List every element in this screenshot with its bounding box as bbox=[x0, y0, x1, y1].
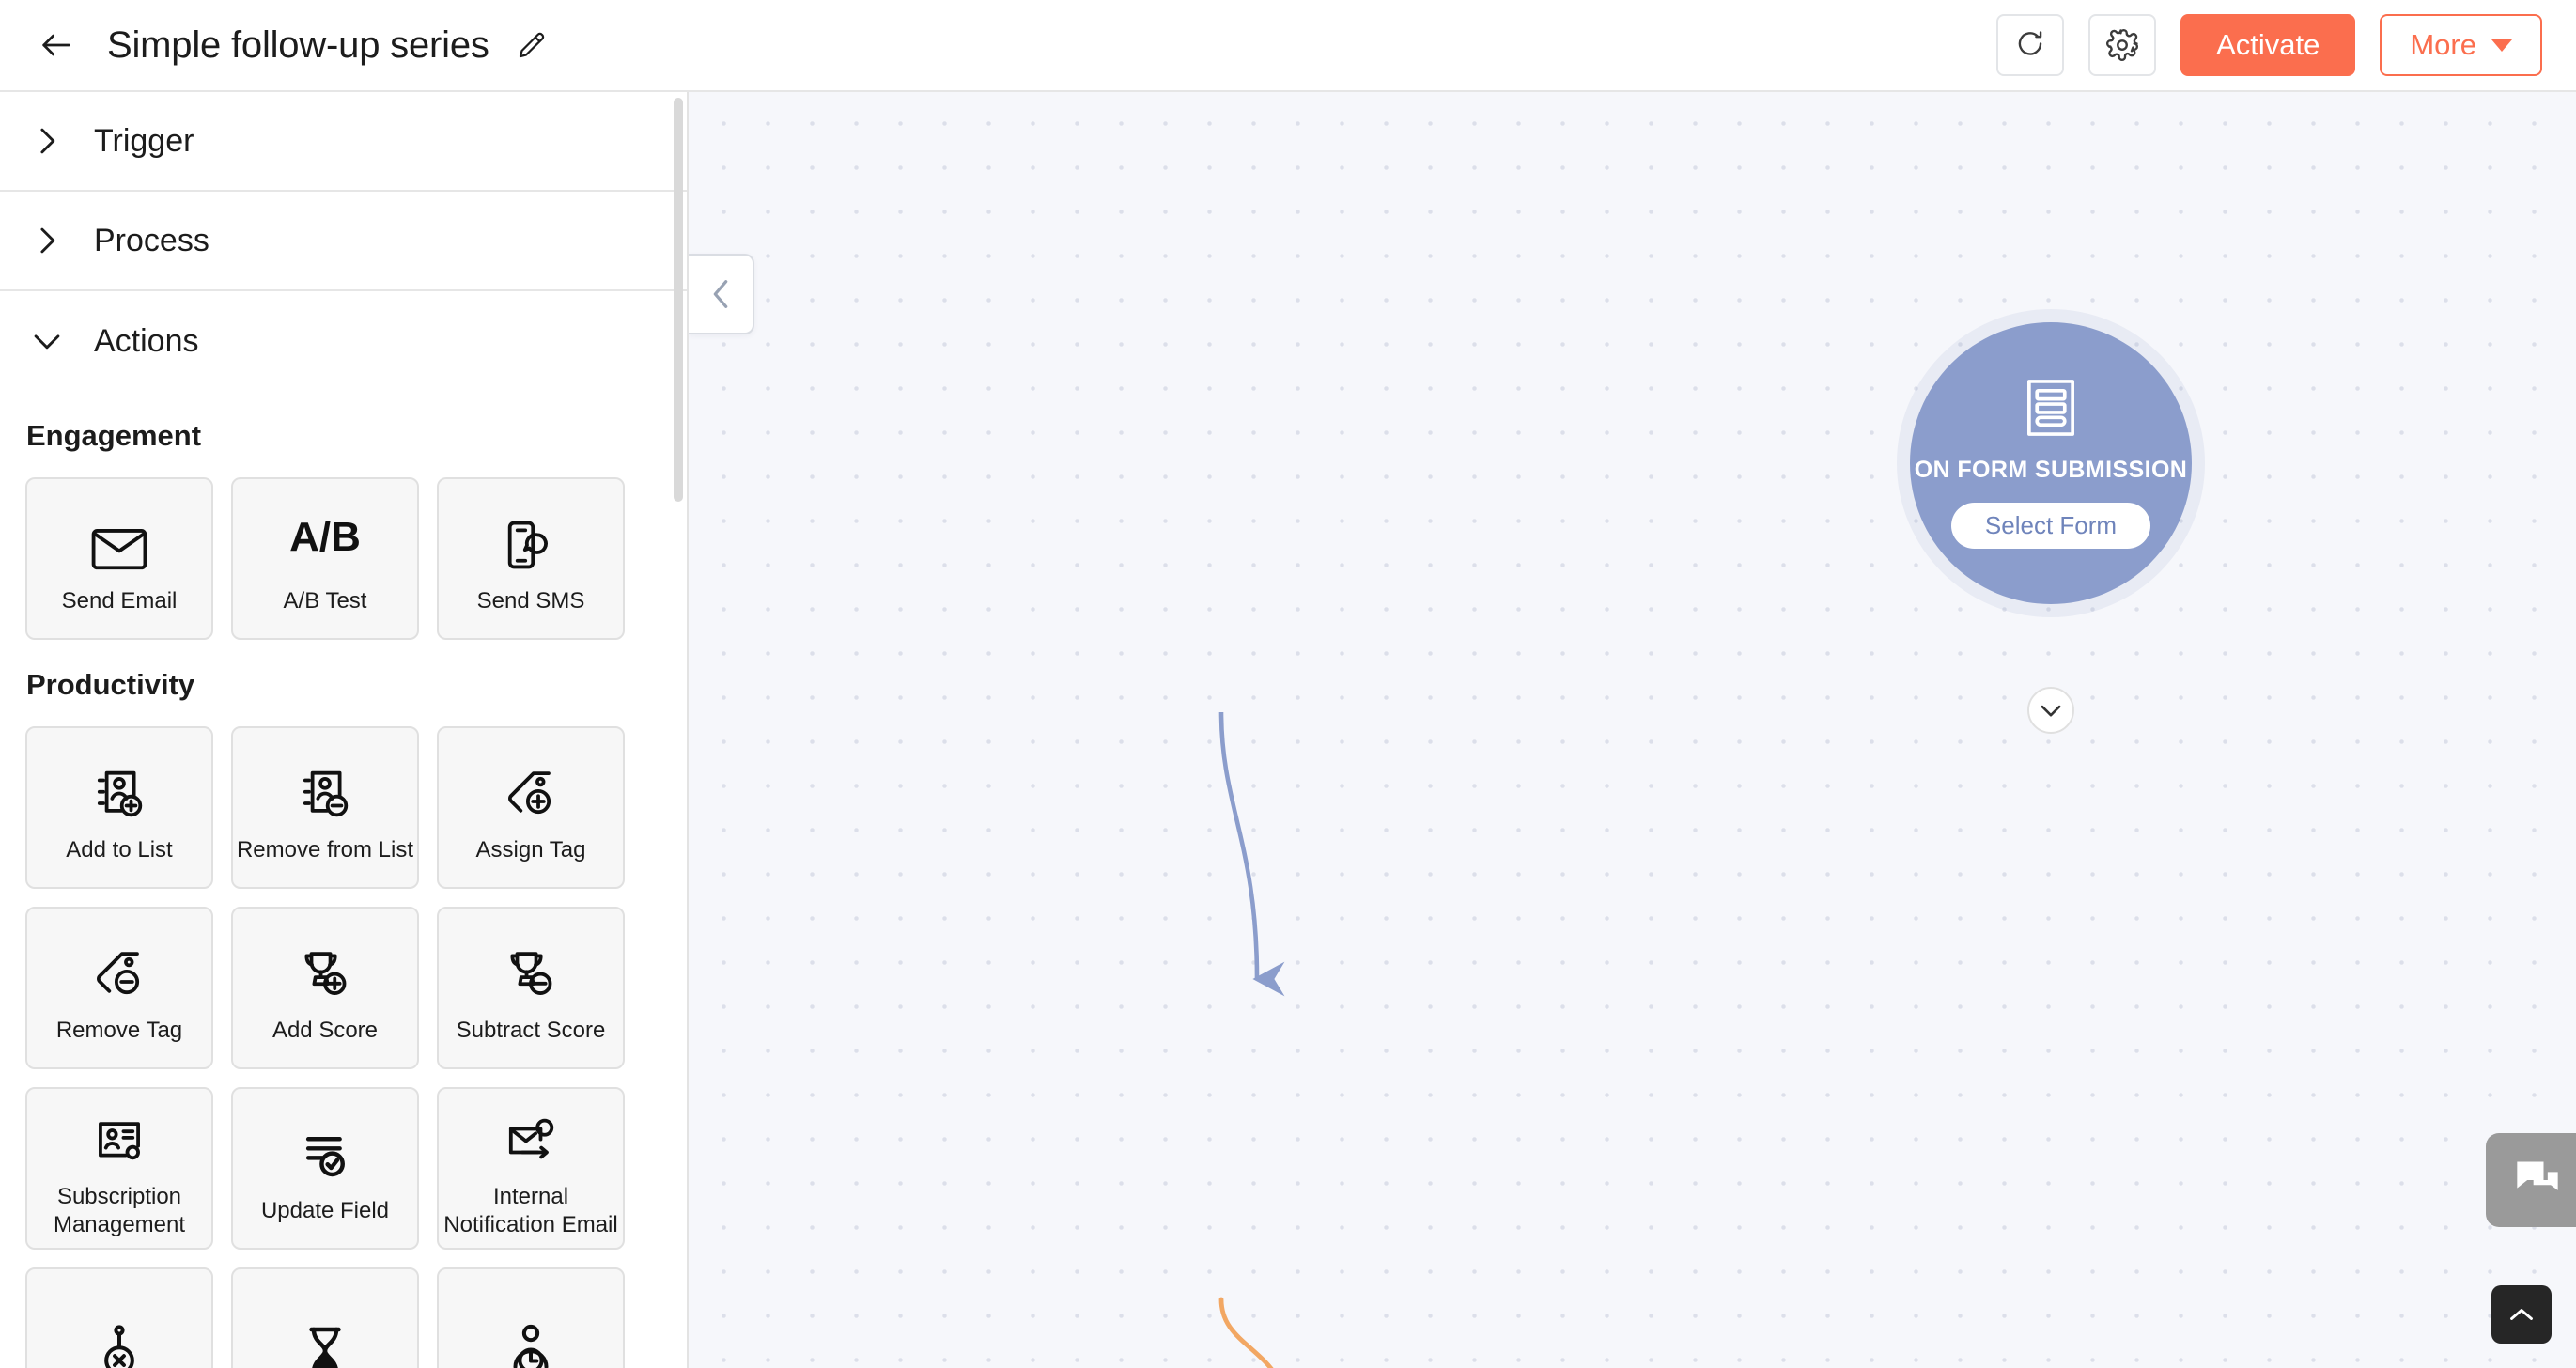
contact-add-icon bbox=[92, 752, 147, 821]
node-on-form-submission[interactable]: ON FORM SUBMISSION Select Form bbox=[1910, 322, 2192, 604]
page-title: Simple follow-up series bbox=[107, 23, 489, 66]
action-card-remove-from-list[interactable]: Remove from List bbox=[231, 726, 419, 889]
action-card-label: Internal Notification Email bbox=[443, 1184, 618, 1237]
sidebar-section-label: Trigger bbox=[94, 122, 194, 159]
activate-button[interactable]: Activate bbox=[2180, 14, 2356, 76]
chevron-down-icon bbox=[2041, 705, 2061, 717]
action-card-label: Remove Tag bbox=[55, 1017, 183, 1043]
collapse-sidebar-button[interactable] bbox=[689, 254, 754, 334]
group-title-productivity: Productivity bbox=[26, 668, 195, 701]
sidebar-section-process[interactable]: Process bbox=[0, 192, 687, 291]
chevron-down-icon bbox=[2491, 39, 2512, 52]
tag-remove-icon bbox=[92, 932, 147, 1002]
action-card-label: Subtract Score bbox=[456, 1017, 606, 1043]
person-clock-icon bbox=[504, 1307, 558, 1368]
action-card-assign-tag[interactable]: Assign Tag bbox=[437, 726, 625, 889]
gear-icon bbox=[2106, 29, 2139, 61]
edit-title-button[interactable] bbox=[510, 23, 553, 67]
chat-icon bbox=[2517, 1161, 2558, 1190]
envelope-notify-icon bbox=[504, 1098, 558, 1168]
action-card-send-email[interactable]: Send Email bbox=[25, 477, 213, 640]
node-title: ON FORM SUBMISSION bbox=[1914, 457, 2188, 484]
envelope-icon bbox=[90, 503, 148, 572]
action-card-balloon-cancel[interactable] bbox=[25, 1267, 213, 1368]
pencil-icon bbox=[519, 32, 544, 58]
action-card-label: Remove from List bbox=[236, 836, 414, 863]
edge-trigger-to-message bbox=[1218, 711, 1285, 997]
action-card-label: Send Email bbox=[61, 587, 178, 614]
chat-widget-button[interactable] bbox=[2486, 1133, 2576, 1227]
refresh-button[interactable] bbox=[1996, 14, 2065, 76]
edges-layer bbox=[1218, 711, 1285, 1368]
sidebar: Trigger Process Actions Engagement Send … bbox=[0, 92, 689, 1368]
sidebar-section-label: Actions bbox=[94, 322, 199, 359]
sidebar-section-label: Process bbox=[94, 222, 209, 258]
sidebar-section-actions[interactable]: Actions bbox=[0, 291, 687, 391]
back-button[interactable] bbox=[32, 21, 81, 70]
action-card-label: Update Field bbox=[260, 1197, 390, 1223]
action-card-person-clock[interactable] bbox=[437, 1267, 625, 1368]
action-card-label: Add to List bbox=[66, 836, 173, 863]
action-card-subscription-management[interactable]: Subscription Management bbox=[25, 1087, 213, 1250]
edge-message-outgoing bbox=[1218, 1297, 1274, 1368]
chevron-up-icon bbox=[2510, 1309, 2533, 1320]
trophy-add-icon bbox=[298, 932, 352, 1002]
contact-remove-icon bbox=[298, 752, 352, 821]
scroll-to-top-button[interactable] bbox=[2491, 1285, 2552, 1344]
tag-add-icon bbox=[504, 752, 558, 821]
toolbar-actions: Activate More bbox=[1996, 14, 2542, 76]
action-card-label: A/B Test bbox=[283, 587, 367, 614]
hourglass-icon bbox=[298, 1307, 352, 1368]
balloon-cancel-icon bbox=[92, 1307, 147, 1368]
engagement-card-grid: Send Email A/B A/B Test Send SMS bbox=[25, 477, 645, 640]
contact-card-gear-icon bbox=[92, 1098, 147, 1168]
action-card-label: Send SMS bbox=[476, 587, 585, 614]
chevron-right-icon bbox=[26, 225, 68, 256]
action-card-add-score[interactable]: Add Score bbox=[231, 907, 419, 1069]
more-label: More bbox=[2410, 28, 2476, 61]
form-icon bbox=[2023, 378, 2079, 443]
action-card-send-sms[interactable]: Send SMS bbox=[437, 477, 625, 640]
sidebar-scrollbar[interactable] bbox=[674, 98, 683, 502]
top-bar: Simple follow-up series Activate More bbox=[0, 0, 2576, 92]
select-form-button[interactable]: Select Form bbox=[1950, 502, 2151, 549]
trigger-add-handle[interactable] bbox=[2027, 687, 2074, 734]
chevron-right-icon bbox=[26, 125, 68, 157]
action-card-update-field[interactable]: Update Field bbox=[231, 1087, 419, 1250]
action-card-add-to-list[interactable]: Add to List bbox=[25, 726, 213, 889]
action-card-subtract-score[interactable]: Subtract Score bbox=[437, 907, 625, 1069]
action-card-label: Add Score bbox=[272, 1017, 379, 1043]
settings-button[interactable] bbox=[2088, 14, 2157, 76]
action-card-hourglass[interactable] bbox=[231, 1267, 419, 1368]
trophy-remove-icon bbox=[504, 932, 558, 1002]
chevron-left-icon bbox=[713, 280, 728, 308]
more-button[interactable]: More bbox=[2380, 14, 2542, 76]
workflow-canvas[interactable]: ON FORM SUBMISSION Select Form MESSAGE C… bbox=[689, 92, 2576, 1368]
phone-message-icon bbox=[504, 503, 558, 572]
action-card-label: Subscription Management bbox=[53, 1184, 186, 1237]
action-card-internal-notification-email[interactable]: Internal Notification Email bbox=[437, 1087, 625, 1250]
group-title-engagement: Engagement bbox=[26, 419, 202, 452]
action-card-remove-tag[interactable]: Remove Tag bbox=[25, 907, 213, 1069]
refresh-icon bbox=[2018, 31, 2042, 55]
action-card-ab-test[interactable]: A/B A/B Test bbox=[231, 477, 419, 640]
arrow-left-icon bbox=[42, 34, 70, 56]
action-card-label: Assign Tag bbox=[475, 836, 586, 863]
sidebar-section-trigger[interactable]: Trigger bbox=[0, 92, 687, 192]
chevron-down-icon bbox=[26, 330, 68, 352]
productivity-card-grid: Add to List Remove from List Assign Tag … bbox=[25, 726, 645, 1368]
ab-text-icon: A/B bbox=[289, 513, 361, 560]
list-check-icon bbox=[298, 1112, 352, 1182]
